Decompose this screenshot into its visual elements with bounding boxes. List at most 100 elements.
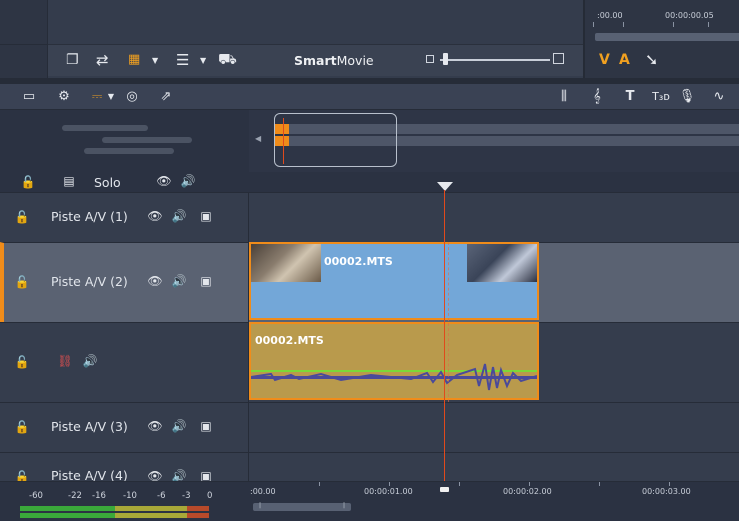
- sync-icon[interactable]: ⇄: [96, 51, 109, 69]
- audio-levels-icon[interactable]: ⫼: [555, 88, 573, 106]
- chevron-down-icon[interactable]: ▼: [200, 56, 206, 65]
- track-header-3[interactable]: 🔓 Piste A/V (3) 👁 🔊 ▣: [0, 402, 248, 452]
- list-view-icon[interactable]: ☰: [176, 51, 189, 69]
- clip-thumbnail-end: [467, 244, 537, 282]
- camera-icon[interactable]: ▣: [198, 419, 214, 433]
- speaker-icon[interactable]: 🔊: [180, 174, 196, 188]
- divider: [0, 44, 48, 45]
- zoom-slider[interactable]: [440, 59, 550, 61]
- track-lane-1[interactable]: [249, 192, 739, 242]
- monitor-icon[interactable]: ▭: [20, 88, 38, 106]
- solo-label[interactable]: Solo: [94, 175, 121, 190]
- lock-icon[interactable]: 🔓: [14, 420, 30, 434]
- chevron-down-icon[interactable]: ▼: [102, 88, 120, 106]
- speaker-icon[interactable]: 🔊: [171, 274, 187, 288]
- camera-icon[interactable]: ▣: [198, 469, 214, 481]
- header-lane-separator: [248, 192, 249, 482]
- speaker-icon[interactable]: 🔊: [82, 354, 98, 368]
- video-clip[interactable]: 00002.MTS: [249, 242, 539, 320]
- track-lane-4[interactable]: [249, 452, 739, 481]
- large-thumb-icon[interactable]: [553, 53, 564, 64]
- track-lane-3[interactable]: [249, 402, 739, 452]
- ruler-tick: [319, 482, 320, 486]
- navigator-bar: [102, 137, 192, 143]
- copy-icon[interactable]: ❐: [66, 52, 79, 68]
- timeline-scrollbar[interactable]: | |: [253, 502, 351, 511]
- smartmovie-movie-text: Movie: [336, 53, 374, 68]
- music-icon[interactable]: 𝄞: [588, 88, 606, 106]
- ruler-label: 00:00:01.00: [364, 487, 413, 496]
- track-header-audio[interactable]: 🔓 ⛓ 🔊: [0, 322, 248, 402]
- ruler-tick: [529, 482, 530, 486]
- eye-icon[interactable]: 👁: [147, 274, 163, 288]
- disc-icon[interactable]: ◎: [123, 88, 141, 106]
- zoom-slider-handle[interactable]: [443, 53, 448, 65]
- lock-icon[interactable]: 🔓: [14, 210, 30, 224]
- meter-bar-yellow: [115, 506, 187, 511]
- speaker-icon[interactable]: 🔊: [171, 469, 187, 481]
- meter-bar-green: [20, 513, 115, 518]
- ruler-label: 00:00:00.05: [665, 11, 714, 20]
- ruler-tick: [593, 22, 594, 27]
- track-header-row: 🔓 ▤ Solo 👁 🔊: [0, 172, 739, 192]
- title-icon[interactable]: T: [621, 88, 639, 106]
- title-a-button[interactable]: A: [619, 52, 630, 68]
- player-ruler[interactable]: :00.00 00:00:00.05: [593, 0, 739, 30]
- title-v-button[interactable]: V: [599, 52, 610, 68]
- meter-label: -10: [123, 491, 137, 501]
- eye-icon[interactable]: 👁: [156, 174, 172, 188]
- library-toolbar: ❐ ⇄ ▦ ▼ ☰ ▼ ⛟ SmartMovie: [48, 44, 583, 76]
- ruler-label: :00.00: [250, 487, 276, 496]
- lock-icon[interactable]: 🔓: [20, 175, 36, 189]
- playhead-handle[interactable]: [437, 182, 453, 191]
- ruler-tick: [389, 482, 390, 486]
- lock-icon[interactable]: 🔓: [14, 275, 30, 289]
- clip-thumbnail-start: [251, 244, 321, 282]
- camera-icon[interactable]: ▣: [198, 209, 214, 223]
- camera-icon[interactable]: ▣: [198, 274, 214, 288]
- player-scrollbar[interactable]: [595, 33, 739, 41]
- player-panel: :00.00 00:00:00.05 V A ➘: [583, 0, 739, 78]
- track-header-4[interactable]: 🔓 Piste A/V (4) 👁 🔊 ▣: [0, 452, 248, 481]
- library-panel: ❐ ⇄ ▦ ▼ ☰ ▼ ⛟ SmartMovie: [0, 0, 583, 78]
- smartmovie-button[interactable]: SmartMovie: [294, 53, 374, 68]
- ruler-tick: [669, 482, 670, 486]
- link-broken-icon[interactable]: ⛓: [57, 354, 73, 368]
- meter-label: -6: [157, 491, 166, 501]
- transition-icon[interactable]: ∿: [710, 88, 728, 106]
- track-list-icon[interactable]: ▤: [61, 174, 77, 188]
- navigator-view-window[interactable]: [274, 113, 397, 167]
- timeline-toolbar: ▭ ⚙ ⎓ ▼ ◎ ⇗ ⫼ 𝄞 T T₃ᴅ 🎙 ∿: [0, 84, 739, 110]
- playhead-marker[interactable]: [440, 487, 449, 492]
- speaker-icon[interactable]: 🔊: [171, 419, 187, 433]
- settings-icon[interactable]: ⚙: [55, 88, 73, 106]
- lock-icon[interactable]: 🔓: [14, 470, 30, 481]
- title-3d-icon[interactable]: T₃ᴅ: [652, 88, 670, 106]
- meter-label: -22: [68, 491, 82, 501]
- grid-view-icon[interactable]: ▦: [128, 52, 140, 67]
- eye-icon[interactable]: 👁: [147, 469, 163, 481]
- folder-import-icon[interactable]: ⛟: [218, 50, 237, 70]
- track-name: Piste A/V (3): [51, 419, 128, 434]
- meter-label: -60: [29, 491, 43, 501]
- scroll-left-icon[interactable]: ◀: [255, 134, 261, 143]
- microphone-icon[interactable]: 🎙: [678, 88, 696, 106]
- smartmovie-smart-text: Smart: [294, 53, 337, 68]
- lock-icon[interactable]: 🔓: [14, 355, 30, 369]
- eye-icon[interactable]: 👁: [147, 209, 163, 223]
- meter-bar-yellow: [115, 513, 187, 518]
- speaker-icon[interactable]: 🔊: [171, 209, 187, 223]
- navigator-bar: [84, 148, 174, 154]
- eye-icon[interactable]: 👁: [147, 419, 163, 433]
- arrow-redo-icon[interactable]: ➘: [645, 50, 658, 69]
- track-name: Piste A/V (4): [51, 468, 128, 481]
- export-icon[interactable]: ⇗: [157, 88, 175, 106]
- timeline-ruler[interactable]: :00.00 00:00:01.00 00:00:02.00 00:00:03.…: [249, 481, 739, 521]
- scroll-grip-icon: |: [343, 502, 346, 509]
- small-thumb-icon[interactable]: [426, 55, 434, 63]
- chevron-down-icon[interactable]: ▼: [152, 56, 158, 65]
- track-header-1[interactable]: 🔓 Piste A/V (1) 👁 🔊 ▣: [0, 192, 248, 242]
- track-header-2[interactable]: 🔓 Piste A/V (2) 👁 🔊 ▣: [0, 242, 248, 322]
- audio-clip[interactable]: 00002.MTS: [249, 322, 539, 400]
- playhead[interactable]: [444, 190, 445, 490]
